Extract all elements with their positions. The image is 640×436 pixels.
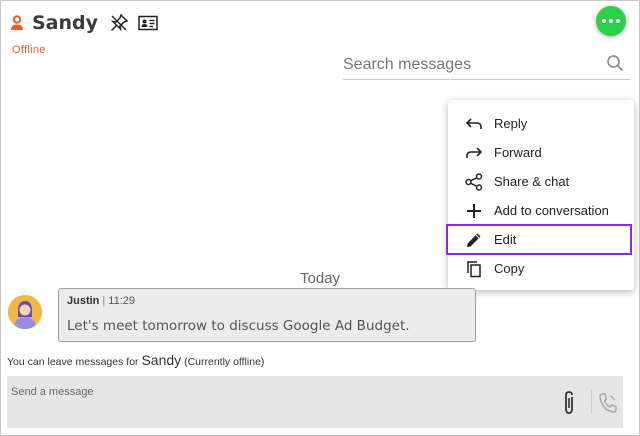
menu-item-reply[interactable]: Reply <box>448 109 634 138</box>
share-icon <box>464 172 484 192</box>
chat-header: Sandy <box>10 10 158 36</box>
unpin-icon[interactable] <box>110 13 129 32</box>
offline-note-prefix: You can leave messages for <box>7 356 139 368</box>
contact-card-icon[interactable] <box>138 15 158 31</box>
reply-icon <box>464 114 484 134</box>
message-composer <box>7 376 623 428</box>
message-input[interactable] <box>11 382 541 402</box>
offline-note: You can leave messages for Sandy (Curren… <box>7 352 264 368</box>
meta-separator: | <box>102 295 106 307</box>
message-sender: Justin <box>67 295 100 307</box>
offline-note-name: Sandy <box>141 352 182 368</box>
edit-highlight-outline <box>446 224 632 255</box>
menu-item-share-chat[interactable]: Share & chat <box>448 167 634 196</box>
search-icon[interactable] <box>606 54 624 72</box>
plus-icon <box>464 201 484 221</box>
user-icon <box>10 15 24 31</box>
phone-icon[interactable] <box>597 391 619 415</box>
more-dot-icon <box>616 19 620 23</box>
avatar <box>8 295 42 329</box>
search-bar <box>343 50 630 80</box>
contact-name: Sandy <box>32 12 99 34</box>
menu-item-label: Add to conversation <box>494 203 609 218</box>
menu-item-label: Reply <box>494 116 528 131</box>
offline-note-suffix: (Currently offline) <box>184 356 265 368</box>
more-dot-icon <box>609 19 613 23</box>
forward-icon <box>464 143 484 163</box>
presence-menu-button[interactable] <box>596 6 626 36</box>
presence-status: Offline <box>12 44 46 56</box>
paperclip-icon[interactable] <box>560 390 578 416</box>
search-input[interactable] <box>343 52 593 78</box>
message-meta: Justin | 11:29 <box>67 295 135 307</box>
menu-item-forward[interactable]: Forward <box>448 138 634 167</box>
message-context-menu: Reply Forward Share & chat Add to conver… <box>448 100 634 290</box>
composer-divider <box>591 390 592 414</box>
message-time: 11:29 <box>108 295 135 307</box>
message-text: Let's meet tomorrow to discuss Google Ad… <box>67 318 410 334</box>
menu-item-label: Forward <box>494 145 542 160</box>
menu-item-label: Share & chat <box>494 174 570 189</box>
more-dot-icon <box>602 19 606 23</box>
date-divider: Today <box>299 270 341 287</box>
message-bubble[interactable]: Justin | 11:29 Let's meet tomorrow to disc… <box>58 288 476 342</box>
menu-item-add-to-conversation[interactable]: Add to conversation <box>448 196 634 225</box>
